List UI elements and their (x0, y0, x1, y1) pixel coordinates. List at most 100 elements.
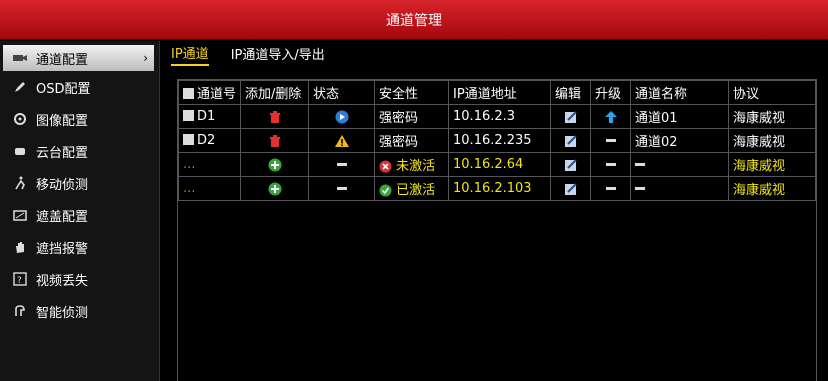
dash-icon (336, 187, 347, 190)
sidebar-item-label: 遮盖配置 (36, 209, 89, 225)
sidebar-item-ptz-config[interactable]: 云台配置 (0, 135, 159, 167)
tab-ip-channel[interactable]: IP通道 (171, 43, 209, 66)
column-header-channel[interactable]: 通道号 (177, 80, 242, 105)
edit-icon[interactable] (564, 158, 578, 172)
row-checkbox[interactable] (183, 134, 194, 145)
status-cell (308, 104, 376, 129)
sidebar-item-label: 通道配置 (36, 52, 89, 68)
tab-bar: IP通道 IP通道导入/导出 (161, 41, 828, 67)
security-cell: 已激活 (374, 176, 450, 201)
ip-cell: 10.16.2.235 (448, 128, 552, 153)
table-row[interactable]: ... 已激活 10.16.2.103 海康威视 (177, 176, 816, 201)
protocol-cell: 海康威视 (728, 176, 816, 201)
sidebar-item-tamper-alarm[interactable]: 遮挡报警 (0, 231, 159, 263)
edit-icon[interactable] (564, 182, 578, 196)
pen-icon (10, 80, 30, 94)
image-icon (10, 112, 30, 126)
window-title: 通道管理 (386, 12, 442, 29)
smart-detect-icon (10, 304, 30, 318)
dash-icon (635, 163, 646, 166)
upgrade-cell (590, 152, 632, 177)
name-cell (630, 176, 730, 201)
dash-icon (605, 163, 616, 166)
column-header-status: 状态 (308, 80, 376, 105)
sidebar-item-label: 遮挡报警 (36, 241, 89, 257)
chevron-right-icon: › (143, 51, 148, 65)
upgrade-cell (590, 128, 632, 153)
column-header-protocol: 协议 (728, 80, 816, 105)
add-icon[interactable] (268, 158, 282, 172)
ip-cell: 10.16.2.64 (448, 152, 552, 177)
edit-cell (550, 152, 592, 177)
delete-icon[interactable] (268, 134, 282, 148)
channel-cell: ... (177, 176, 242, 201)
sidebar-item-channel-config[interactable]: 通道配置 › (3, 45, 154, 71)
add-delete-cell (240, 128, 310, 153)
protocol-cell: 海康威视 (728, 128, 816, 153)
camera-icon (10, 53, 30, 63)
column-header-security: 安全性 (374, 80, 450, 105)
dash-icon (336, 163, 347, 166)
name-cell (630, 152, 730, 177)
add-icon[interactable] (268, 182, 282, 196)
play-icon (335, 110, 349, 123)
upgrade-cell (590, 104, 632, 129)
table-row[interactable]: ... 未激活 10.16.2.64 海康威视 (177, 152, 816, 177)
channel-cell: D2 (177, 128, 242, 153)
column-header-add-delete: 添加/删除 (240, 80, 310, 105)
status-cell (308, 152, 376, 177)
sidebar: 通道配置 › OSD配置 图像配置 云台配置 移动侦测 遮盖配置 遮挡报警 ? … (0, 41, 160, 381)
channel-table: 通道号 添加/删除 状态 安全性 IP通道地址 编辑 升级 通道名称 协议 D1 (177, 80, 816, 201)
column-header-ip: IP通道地址 (448, 80, 552, 105)
channel-cell: D1 (177, 104, 242, 129)
edit-icon[interactable] (564, 134, 578, 148)
table-row[interactable]: D2 强密码 10.16.2.235 通道02 海康威视 (177, 128, 816, 153)
protocol-cell: 海康威视 (728, 152, 816, 177)
sidebar-item-label: 移动侦测 (36, 177, 89, 193)
edit-cell (550, 104, 592, 129)
dash-icon (605, 139, 616, 142)
sidebar-item-mask-config[interactable]: 遮盖配置 (0, 199, 159, 231)
table-row[interactable]: D1 强密码 10.16.2.3 通道01 海康威视 (177, 104, 816, 129)
table-header-row: 通道号 添加/删除 状态 安全性 IP通道地址 编辑 升级 通道名称 协议 (177, 80, 816, 105)
channel-table-container: 通道号 添加/删除 状态 安全性 IP通道地址 编辑 升级 通道名称 协议 D1 (177, 79, 817, 381)
ip-cell: 10.16.2.103 (448, 176, 552, 201)
edit-cell (550, 128, 592, 153)
main-panel: IP通道 IP通道导入/导出 通道号 添加/删除 状态 安全性 IP通道地址 编… (161, 41, 828, 381)
column-header-upgrade: 升级 (590, 80, 632, 105)
name-cell: 通道01 (630, 104, 730, 129)
tab-ip-channel-import-export[interactable]: IP通道导入/导出 (231, 44, 325, 65)
add-delete-cell (240, 104, 310, 129)
active-icon (379, 184, 392, 197)
sidebar-item-smart-detection[interactable]: 智能侦测 (0, 295, 159, 327)
delete-icon[interactable] (268, 110, 282, 124)
sidebar-item-motion-detection[interactable]: 移动侦测 (0, 167, 159, 199)
sidebar-item-label: 云台配置 (36, 145, 89, 161)
edit-icon[interactable] (564, 110, 578, 124)
svg-text:?: ? (17, 276, 22, 286)
row-checkbox[interactable] (183, 110, 194, 121)
status-cell (308, 128, 376, 153)
security-cell: 未激活 (374, 152, 450, 177)
mask-icon (10, 208, 30, 222)
dash-icon (635, 187, 646, 190)
select-all-checkbox[interactable] (183, 88, 194, 99)
upgrade-cell (590, 176, 632, 201)
warning-icon (334, 134, 349, 147)
sidebar-item-label: 智能侦测 (36, 305, 89, 321)
channel-cell: ... (177, 152, 242, 177)
hand-icon (10, 240, 30, 254)
upgrade-arrow-icon[interactable] (604, 110, 618, 124)
title-bar: 通道管理 (0, 0, 828, 40)
sidebar-item-label: 图像配置 (36, 113, 89, 129)
sidebar-item-video-loss[interactable]: ? 视频丢失 (0, 263, 159, 295)
security-cell: 强密码 (374, 104, 450, 129)
column-header-edit: 编辑 (550, 80, 592, 105)
security-cell: 强密码 (374, 128, 450, 153)
sidebar-item-label: 视频丢失 (36, 273, 89, 289)
add-delete-cell (240, 176, 310, 201)
running-man-icon (10, 176, 30, 190)
sidebar-item-osd-config[interactable]: OSD配置 (0, 71, 159, 103)
sidebar-item-image-config[interactable]: 图像配置 (0, 103, 159, 135)
ip-cell: 10.16.2.3 (448, 104, 552, 129)
